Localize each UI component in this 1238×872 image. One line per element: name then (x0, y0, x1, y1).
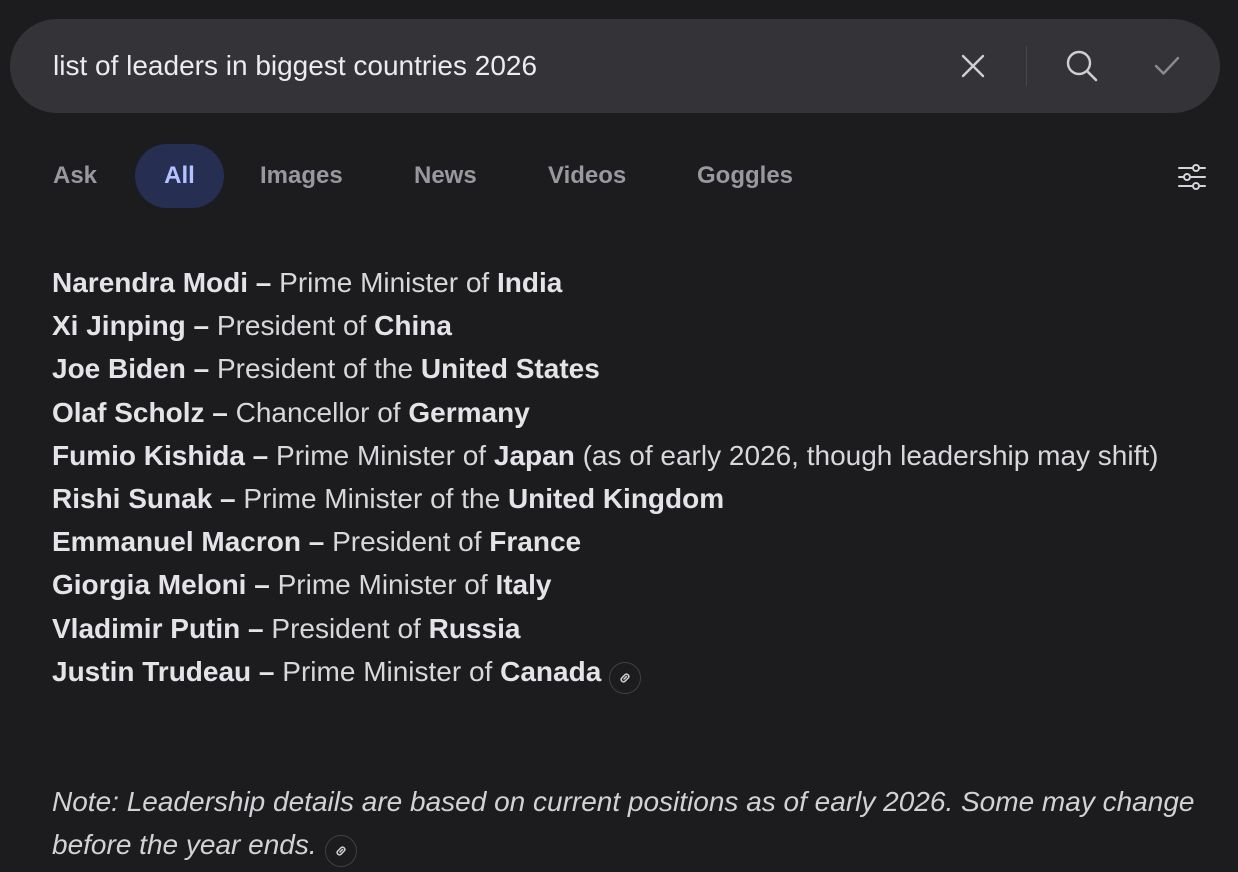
search-results-page: Ask All Images News Videos Goggles Naren… (0, 0, 1238, 872)
separator: – (244, 439, 277, 471)
country-name: China (374, 310, 452, 342)
leader-role: Prime Minister of (276, 439, 494, 471)
separator: – (212, 483, 244, 515)
list-item: Giorgia Meloni – Prime Minister of Italy (52, 563, 1202, 606)
separator: – (248, 267, 280, 298)
leader-name: Rishi Sunak (52, 483, 213, 515)
list-item: Emmanuel Macron – President of France (52, 520, 1202, 563)
country-name: Japan (493, 439, 575, 471)
country-name: United States (420, 353, 600, 385)
leader-role: Prime Minister of (279, 267, 497, 298)
sliders-icon[interactable] (1170, 157, 1214, 197)
leader-role: Prime Minister of the (243, 483, 508, 515)
search-icon[interactable] (1062, 46, 1102, 86)
leader-name: Giorgia Meloni (52, 569, 247, 601)
leader-name: Emmanuel Macron (52, 526, 301, 558)
separator: – (246, 569, 278, 601)
list-item: Narendra Modi – Prime Minister of India (52, 261, 1202, 304)
leader-role: President of the (216, 353, 421, 385)
country-name: Russia (428, 612, 521, 644)
country-name: Italy (495, 569, 552, 601)
tab-videos[interactable]: Videos (548, 144, 626, 208)
leaders-list: Narendra Modi – Prime Minister of India … (52, 261, 1202, 694)
leader-role: President of (216, 310, 375, 342)
close-icon[interactable] (953, 46, 993, 86)
link-icon[interactable] (609, 661, 642, 694)
tab-all[interactable]: All (135, 144, 224, 208)
separator: – (240, 612, 272, 644)
tab-goggles[interactable]: Goggles (697, 144, 793, 208)
tab-news[interactable]: News (414, 144, 477, 208)
leader-name: Vladimir Putin (52, 612, 241, 644)
leader-role: Chancellor of (235, 396, 409, 428)
leader-name: Narendra Modi (52, 267, 249, 298)
separator: – (204, 396, 236, 428)
separator: – (251, 655, 283, 687)
tab-images[interactable]: Images (260, 144, 343, 208)
disclaimer-note: Note: Leadership details are based on cu… (52, 780, 1202, 868)
country-name: Canada (500, 655, 602, 687)
leader-note: (as of early 2026, though leadership may… (574, 439, 1159, 471)
country-name: India (497, 267, 563, 298)
separator: – (185, 310, 217, 342)
check-icon[interactable] (1147, 46, 1187, 86)
leader-role: President of (271, 612, 429, 644)
list-item: Olaf Scholz – Chancellor of Germany (52, 391, 1202, 434)
country-name: France (489, 526, 582, 558)
separator: – (300, 526, 333, 558)
link-icon[interactable] (324, 835, 357, 868)
list-item: Fumio Kishida – Prime Minister of Japan … (52, 434, 1202, 477)
list-item: Vladimir Putin – President of Russia (52, 607, 1202, 650)
leader-name: Xi Jinping (52, 310, 186, 342)
leader-name: Joe Biden (52, 353, 186, 385)
search-bar-divider (1026, 46, 1027, 86)
country-name: United Kingdom (507, 483, 725, 515)
leader-name: Justin Trudeau (52, 655, 252, 687)
list-item: Rishi Sunak – Prime Minister of the Unit… (52, 477, 1202, 520)
leader-role: President of (332, 526, 490, 558)
search-input[interactable] (53, 19, 933, 113)
leader-name: Fumio Kishida (52, 439, 245, 471)
list-item: Xi Jinping – President of China (52, 304, 1202, 347)
leader-name: Olaf Scholz (52, 396, 205, 428)
list-item: Justin Trudeau – Prime Minister of Canad… (52, 650, 1202, 694)
leader-role: Prime Minister of (282, 655, 501, 687)
leader-role: Prime Minister of (277, 569, 496, 601)
search-tabs: Ask All Images News Videos Goggles (0, 144, 1238, 208)
tab-ask[interactable]: Ask (53, 144, 97, 208)
separator: – (185, 353, 217, 385)
search-bar (10, 19, 1220, 113)
country-name: Germany (408, 396, 530, 428)
list-item: Joe Biden – President of the United Stat… (52, 347, 1202, 390)
note-text: Note: Leadership details are based on cu… (52, 786, 1195, 861)
